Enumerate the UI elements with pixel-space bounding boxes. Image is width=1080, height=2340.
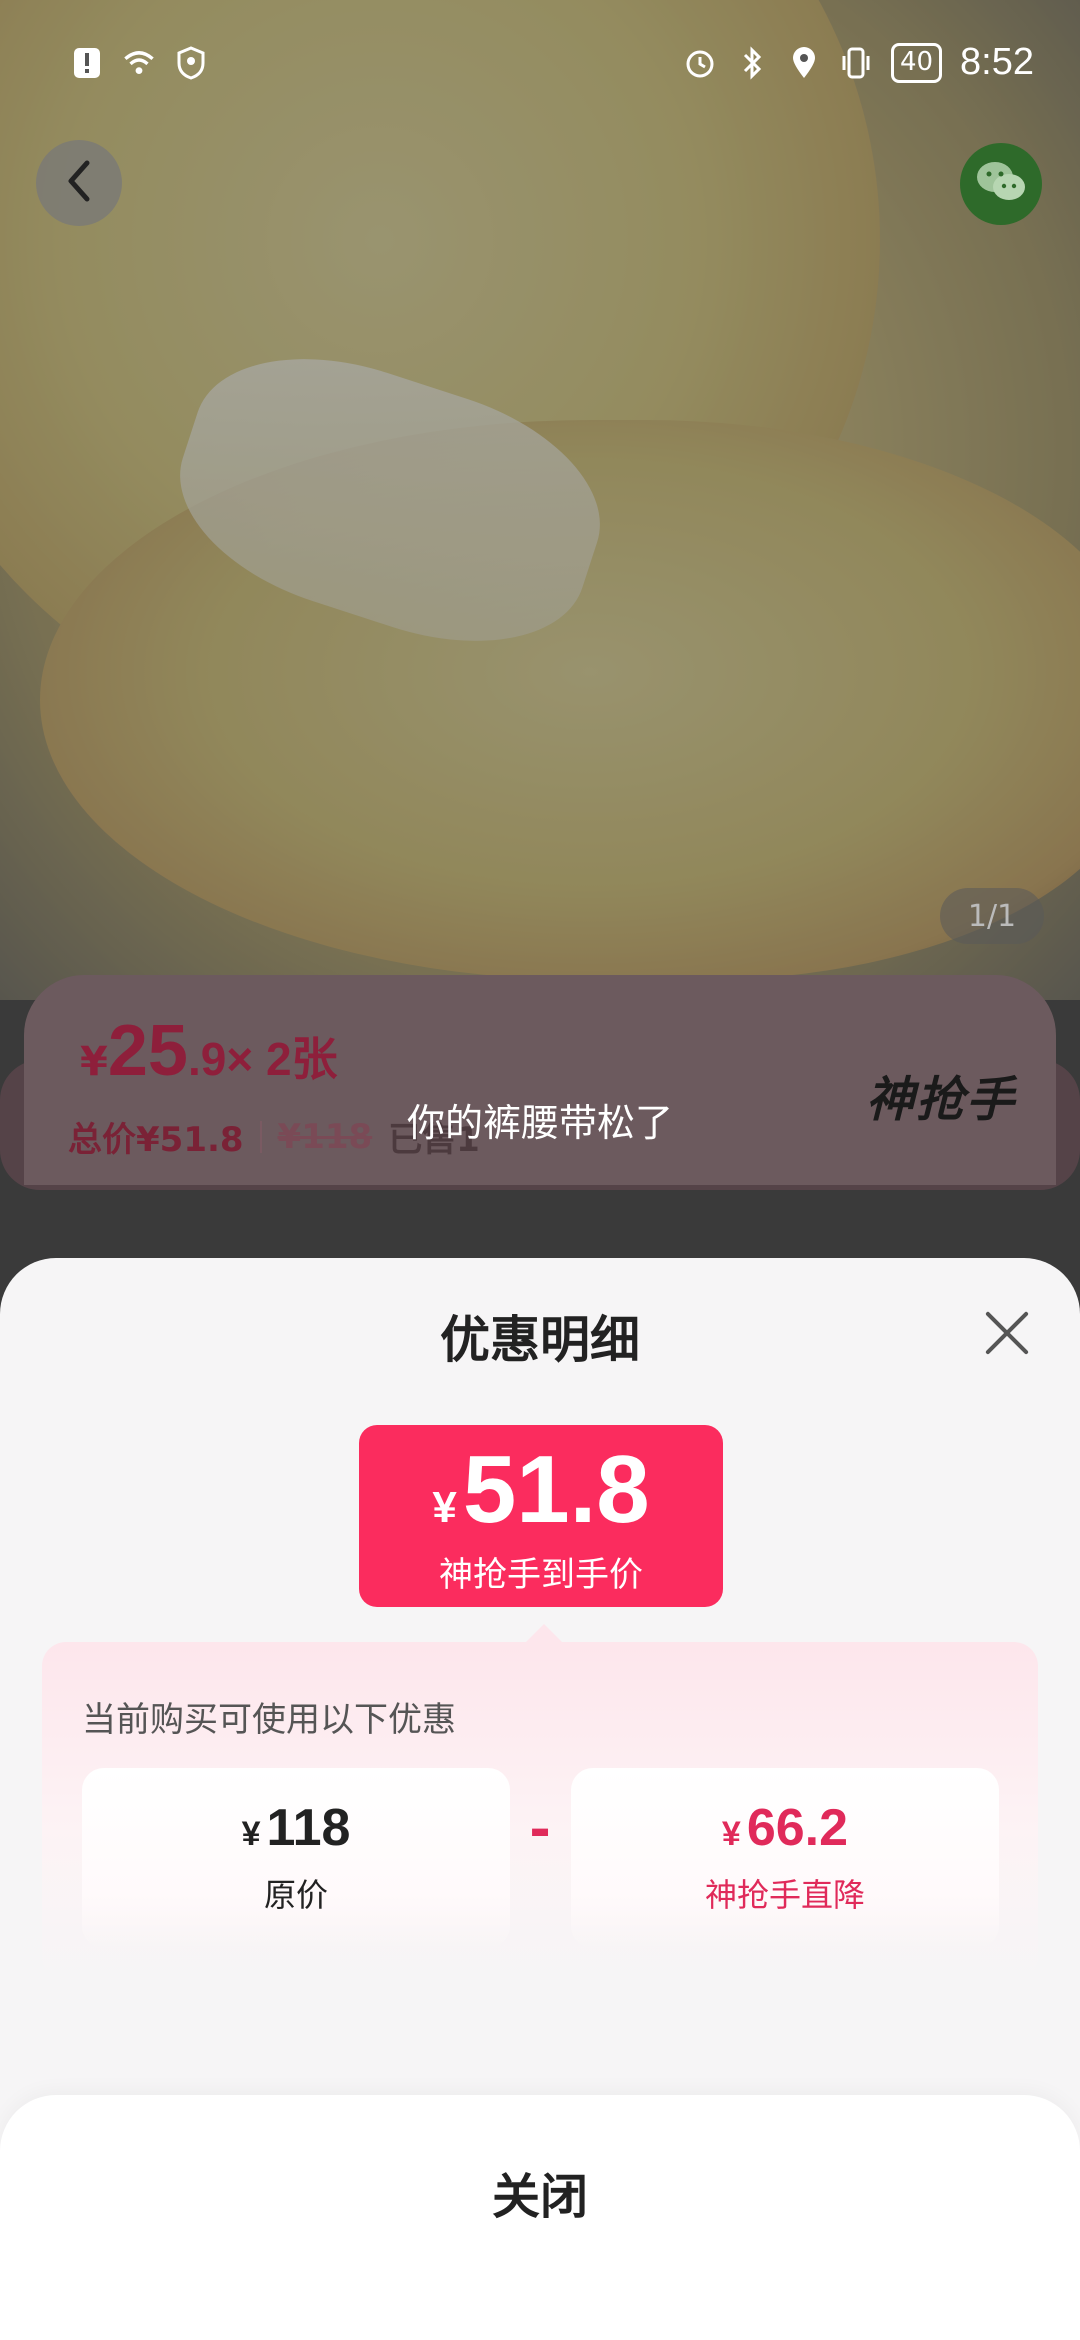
status-left — [70, 45, 208, 80]
close-icon[interactable] — [984, 1310, 1030, 1356]
status-bar: 40 8:52 — [0, 0, 1080, 125]
discount-amount: ¥ 66.2 — [571, 1798, 999, 1858]
chevron-left-icon — [61, 157, 97, 209]
discount-value: 66.2 — [746, 1799, 849, 1857]
alert-icon — [70, 46, 104, 80]
unit-price-integer: 25 — [107, 1011, 188, 1091]
currency-symbol: ¥ — [80, 1039, 108, 1085]
original-price-amount: ¥ 118 — [82, 1798, 510, 1858]
unit-price-decimal: .9 — [187, 1033, 227, 1085]
battery-icon: 40 — [890, 42, 943, 83]
minus-operator: - — [529, 1800, 551, 1860]
vibrate-icon — [839, 46, 873, 80]
toast-message: 你的裤腰带松了 — [406, 1101, 673, 1145]
original-price-currency: ¥ — [241, 1815, 261, 1853]
badge-pointer — [526, 1624, 562, 1642]
status-right: 40 8:52 — [683, 41, 1034, 84]
close-button-label[interactable]: 关闭 — [0, 2157, 1080, 2227]
back-button[interactable] — [36, 140, 122, 226]
final-price-badge: ¥ 51.8 神抢手到手价 — [359, 1425, 723, 1607]
quantity: × 2张 — [226, 1033, 338, 1085]
vpn-shield-icon — [174, 45, 208, 80]
original-price-label: 原价 — [263, 1876, 328, 1914]
discount-intro: 当前购买可使用以下优惠 — [82, 1700, 456, 1740]
alarm-icon — [683, 46, 717, 80]
wifi-icon — [122, 46, 156, 80]
wechat-icon — [974, 159, 1028, 209]
sheet-title: 优惠明细 — [440, 1311, 640, 1369]
product-image[interactable] — [0, 0, 1080, 1000]
final-price-amount: ¥ 51.8 — [359, 1435, 723, 1545]
discount-label: 神抢手直降 — [704, 1876, 865, 1914]
final-price-value: 51.8 — [462, 1436, 650, 1543]
location-icon — [787, 46, 821, 80]
modal-overlay[interactable] — [0, 0, 1080, 1000]
unit-price: ¥ 25 .9 × 2张 — [80, 1010, 338, 1092]
discount-tile: ¥ 66.2 神抢手直降 — [571, 1768, 999, 1948]
wechat-share-button[interactable] — [960, 143, 1042, 225]
bluetooth-icon — [735, 45, 769, 80]
final-price-currency: ¥ — [432, 1483, 457, 1532]
original-price-value: 118 — [266, 1799, 351, 1857]
image-page-indicator: 1/1 — [940, 888, 1044, 944]
discount-currency: ¥ — [721, 1815, 741, 1853]
original-price-tile: ¥ 118 原价 — [82, 1768, 510, 1948]
clock: 8:52 — [960, 41, 1034, 83]
final-price-label: 神抢手到手价 — [439, 1555, 643, 1595]
